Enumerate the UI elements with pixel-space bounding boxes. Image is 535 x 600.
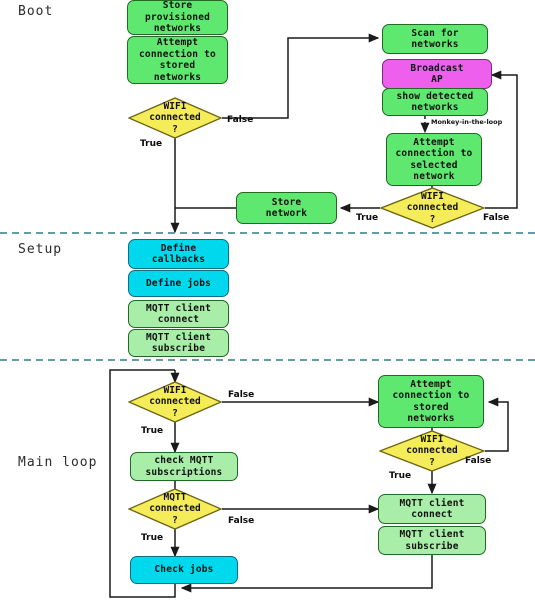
edge-label-mainloop-false-2: False: [228, 516, 255, 526]
decision-label: WIFI connected ?: [406, 190, 459, 225]
node-store-provisioned-networks[interactable]: Store provisioned networks: [127, 0, 228, 35]
section-label-main-loop: Main loop: [18, 455, 98, 470]
edge-label-boot-false-1: False: [227, 115, 254, 125]
node-scan-for-networks[interactable]: Scan for networks: [382, 24, 488, 54]
node-define-callbacks[interactable]: Define callbacks: [128, 239, 229, 269]
flowchart-canvas: Boot Setup Main loop Store provisioned n…: [0, 0, 535, 600]
node-mqtt-client-subscribe-mainloop[interactable]: MQTT client subscribe: [378, 526, 486, 555]
decision-wifi-connected-mainloop[interactable]: WIFI connected ?: [128, 381, 222, 423]
decision-mqtt-connected[interactable]: MQTT connected ?: [128, 488, 222, 530]
node-attempt-connection-selected-network[interactable]: Attempt connection to selected network: [386, 133, 482, 186]
node-mqtt-client-connect-setup[interactable]: MQTT client connect: [128, 300, 229, 328]
section-divider-group: [0, 232, 535, 361]
edge-label-mainloop-true-3: True: [389, 471, 412, 481]
edge-label-boot-true-2: True: [356, 213, 379, 223]
note-monkey-in-the-loop: Monkey-in-the-loop: [431, 118, 503, 126]
node-check-mqtt-subscriptions[interactable]: check MQTT subscriptions: [130, 452, 238, 481]
decision-wifi-connected-boot-2[interactable]: WIFI connected ?: [380, 187, 485, 229]
edge-label-mainloop-false-3: False: [465, 456, 492, 466]
node-check-jobs[interactable]: Check jobs: [130, 556, 238, 584]
decision-label: WIFI connected ?: [149, 384, 201, 419]
node-show-detected-networks[interactable]: show detected networks: [382, 88, 488, 116]
node-broadcast-ap[interactable]: Broadcast AP: [382, 59, 492, 89]
edge-label-boot-false-2: False: [483, 213, 510, 223]
node-mqtt-client-subscribe-setup[interactable]: MQTT client subscribe: [128, 329, 229, 357]
section-label-boot: Boot: [18, 4, 54, 19]
decision-wifi-connected-boot-1[interactable]: WIFI connected ?: [128, 97, 222, 139]
edge-label-mainloop-true-2: True: [141, 533, 164, 543]
section-label-setup: Setup: [18, 242, 63, 257]
edge-label-mainloop-false-1: False: [228, 390, 255, 400]
decision-label: WIFI connected ?: [149, 100, 201, 135]
node-define-jobs[interactable]: Define jobs: [128, 270, 229, 297]
node-store-network[interactable]: Store network: [236, 192, 337, 224]
edge-label-boot-true-1: True: [140, 139, 163, 149]
node-attempt-connection-stored-networks-mainloop[interactable]: Attempt connection to stored networks: [378, 375, 484, 428]
node-mqtt-client-connect-mainloop[interactable]: MQTT client connect: [378, 494, 486, 524]
decision-label: MQTT connected ?: [149, 491, 201, 526]
edge-label-mainloop-true-1: True: [141, 426, 164, 436]
node-attempt-connection-stored-networks[interactable]: Attempt connection to stored networks: [127, 36, 228, 84]
